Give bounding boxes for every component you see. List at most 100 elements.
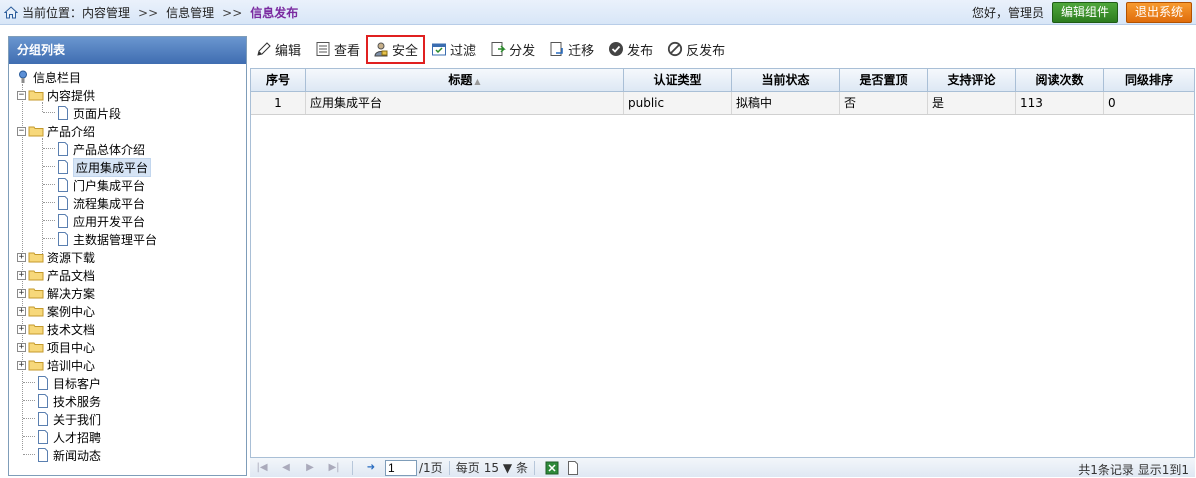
folder-icon — [28, 270, 44, 281]
tree-node-jobs[interactable]: 人才招聘 — [9, 428, 246, 446]
last-page-icon[interactable]: ▶| — [327, 462, 341, 474]
breadcrumb-item[interactable]: 内容管理 — [82, 4, 130, 21]
cell-title: 应用集成平台 — [306, 92, 624, 114]
tree-node-p3[interactable]: 门户集成平台 — [9, 176, 246, 194]
export-excel-icon[interactable] — [545, 461, 559, 475]
col-header-auth-type[interactable]: 认证类型 — [624, 69, 732, 91]
tree-node-p2[interactable]: 应用集成平台 — [9, 157, 246, 177]
info-grid: 序号 标题 ▲ 认证类型 当前状态 是否置顶 支持评论 阅读次数 同级排序 1 应… — [250, 68, 1195, 463]
expand-icon[interactable]: + — [17, 324, 26, 334]
tree-node-solutions[interactable]: + 解决方案 — [9, 284, 246, 302]
export-doc-icon[interactable] — [567, 460, 579, 475]
tree-node-label: 关于我们 — [53, 412, 102, 427]
page-icon — [58, 214, 68, 228]
action-toolbar: 编辑 查看 安全 过滤 分发 迁移 发布 反发布 — [256, 34, 739, 64]
col-header-pinned[interactable]: 是否置顶 — [840, 69, 928, 91]
tree-node-label: 目标客户 — [53, 376, 102, 391]
tree-node-projects[interactable]: + 项目中心 — [9, 338, 246, 356]
col-header-title[interactable]: 标题 ▲ — [306, 69, 624, 91]
tree-node-p4[interactable]: 流程集成平台 — [9, 194, 246, 212]
top-bar: 当前位置： 内容管理 >> 信息管理 >> 信息发布 您好，管理员 编辑组件 退… — [0, 0, 1196, 25]
migrate-button[interactable]: 迁移 — [549, 40, 594, 59]
tree-node-label: 资源下载 — [47, 250, 96, 265]
check-circle-icon — [609, 42, 624, 56]
per-page-select[interactable]: 15 ▼ — [484, 461, 512, 475]
col-header-index[interactable]: 序号 — [251, 69, 306, 91]
tree-connector — [23, 446, 35, 455]
expand-icon[interactable]: + — [17, 252, 26, 262]
expand-icon[interactable]: + — [17, 270, 26, 280]
collapse-icon[interactable]: − — [17, 90, 26, 100]
tree-node-p1[interactable]: 产品总体介绍 — [9, 140, 246, 158]
page-icon — [38, 448, 48, 462]
tree-node-content[interactable]: − 内容提供 — [9, 86, 246, 104]
tree-node-label: 流程集成平台 — [73, 196, 146, 211]
tree-root[interactable]: 信息栏目 — [9, 68, 246, 86]
col-header-title-label: 标题 — [448, 73, 473, 87]
page-icon — [38, 412, 48, 426]
col-header-reads[interactable]: 阅读次数 — [1016, 69, 1104, 91]
expand-icon[interactable]: + — [17, 288, 26, 298]
prev-page-icon[interactable]: ◀ — [279, 462, 293, 474]
expand-icon[interactable]: + — [17, 342, 26, 352]
unpublish-button[interactable]: 反发布 — [667, 40, 725, 59]
tree-node-customers[interactable]: 目标客户 — [9, 374, 246, 392]
tree-node-docs[interactable]: + 产品文档 — [9, 266, 246, 284]
edit-component-button[interactable]: 编辑组件 — [1051, 2, 1118, 23]
collapse-icon[interactable]: − — [17, 126, 26, 136]
edit-label: 编辑 — [275, 43, 302, 59]
expand-icon[interactable]: + — [17, 360, 26, 370]
tree-node-fragment[interactable]: 页面片段 — [9, 104, 246, 122]
per-page-label: 每页 — [455, 461, 480, 475]
tree-node-about[interactable]: 关于我们 — [9, 410, 246, 428]
distribute-button[interactable]: 分发 — [490, 40, 535, 59]
first-page-icon[interactable]: |◀ — [255, 462, 269, 474]
tree-node-services[interactable]: 技术服务 — [9, 392, 246, 410]
security-button[interactable]: 安全 — [366, 34, 426, 64]
tree-node-label: 解决方案 — [47, 286, 96, 301]
tree-node-training[interactable]: + 培训中心 — [9, 356, 246, 374]
tree-node-download[interactable]: + 资源下载 — [9, 248, 246, 266]
next-page-icon[interactable]: ▶ — [303, 462, 317, 474]
logout-button[interactable]: 退出系统 — [1125, 2, 1192, 23]
view-button[interactable]: 查看 — [315, 40, 360, 59]
tree-node-cases[interactable]: + 案例中心 — [9, 302, 246, 320]
col-header-sort-order[interactable]: 同级排序 — [1104, 69, 1194, 91]
cell-pinned: 否 — [840, 92, 928, 114]
tree-connector — [43, 212, 55, 221]
page-icon — [38, 430, 48, 444]
pagination-bar: |◀ ◀ ▶ ▶| ➜ /1页 每页 15 ▼ 条 共1条记录 显示1到1 — [250, 457, 1195, 477]
breadcrumb-current: 信息发布 — [250, 6, 299, 20]
column-root-icon — [19, 70, 27, 83]
filter-button[interactable]: 过滤 — [431, 40, 476, 59]
expand-icon[interactable]: + — [17, 306, 26, 316]
cell-status: 拟稿中 — [732, 92, 840, 114]
grid-header: 序号 标题 ▲ 认证类型 当前状态 是否置顶 支持评论 阅读次数 同级排序 — [251, 69, 1194, 92]
tree-node-product[interactable]: − 产品介绍 — [9, 122, 246, 140]
tree-node-label: 技术服务 — [53, 394, 102, 409]
col-header-comments[interactable]: 支持评论 — [928, 69, 1016, 91]
unpublish-label: 反发布 — [686, 43, 726, 59]
breadcrumb: 当前位置： 内容管理 >> 信息管理 >> 信息发布 — [4, 4, 298, 21]
pager-divider — [534, 460, 536, 475]
tree-node-p5[interactable]: 应用开发平台 — [9, 212, 246, 230]
tree-node-news[interactable]: 新闻动态 — [9, 446, 246, 464]
tree-node-tech[interactable]: + 技术文档 — [9, 320, 246, 338]
tree-connector — [43, 140, 55, 149]
breadcrumb-prefix: 当前位置： — [22, 6, 83, 20]
page-icon — [58, 178, 68, 192]
per-page-unit: 条 — [516, 461, 529, 475]
folder-icon — [28, 324, 44, 335]
pager-divider — [352, 460, 353, 475]
distribute-icon — [491, 42, 506, 56]
breadcrumb-item[interactable]: 信息管理 — [166, 4, 214, 21]
go-page-icon[interactable]: ➜ — [364, 462, 378, 474]
publish-button[interactable]: 发布 — [608, 40, 653, 59]
tree-node-label: 项目中心 — [47, 340, 96, 355]
table-row[interactable]: 1 应用集成平台 public 拟稿中 否 是 113 0 — [251, 92, 1194, 115]
page-number-input[interactable] — [385, 459, 417, 476]
edit-button[interactable]: 编辑 — [256, 40, 301, 59]
col-header-status[interactable]: 当前状态 — [732, 69, 840, 91]
tree-node-p6[interactable]: 主数据管理平台 — [9, 230, 246, 248]
user-greeting: 您好，管理员 — [971, 6, 1044, 20]
